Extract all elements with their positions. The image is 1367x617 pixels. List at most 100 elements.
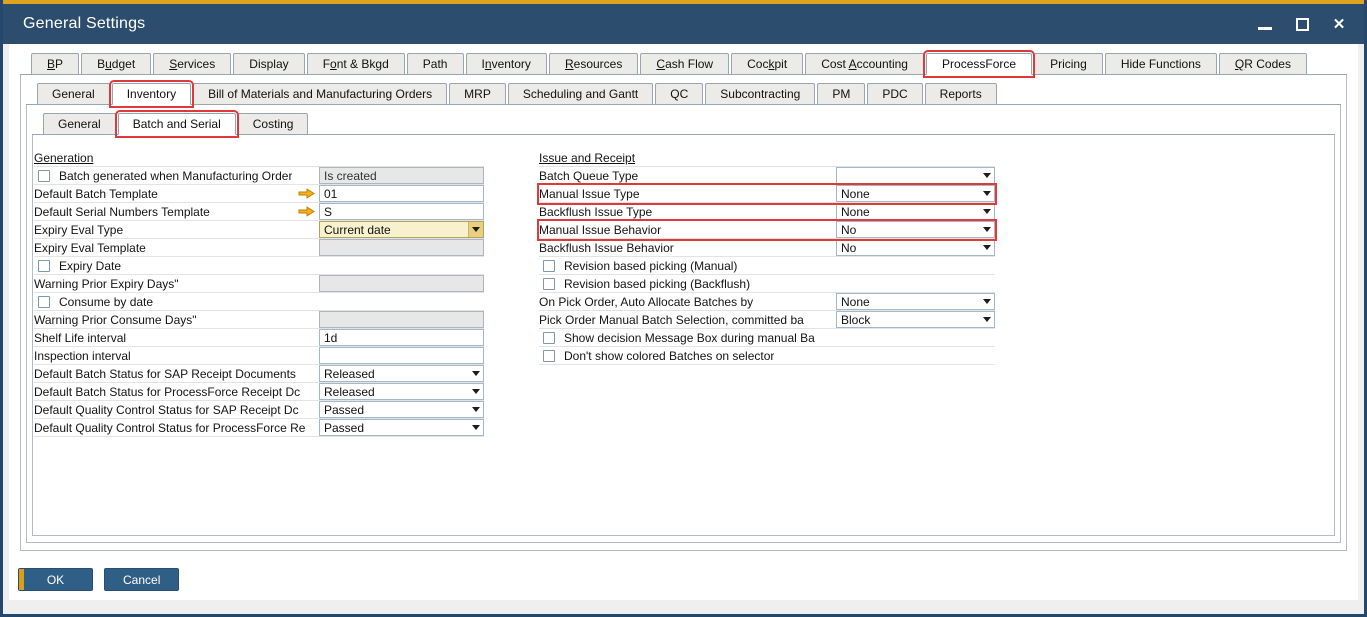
tab-pricing[interactable]: Pricing xyxy=(1034,53,1103,75)
tab-reports[interactable]: Reports xyxy=(925,83,997,105)
tab-display[interactable]: Display xyxy=(233,53,304,75)
checkbox[interactable] xyxy=(543,332,555,344)
tab-general[interactable]: General xyxy=(43,113,116,135)
close-button[interactable]: ✕ xyxy=(1330,15,1348,33)
tab-inventory[interactable]: Inventory xyxy=(466,53,547,75)
field-label-cell: Expiry Eval Type xyxy=(34,221,319,238)
dropdown-value: No xyxy=(841,223,979,237)
processforce-tab-bar: GeneralInventoryBill of Materials and Ma… xyxy=(26,83,1341,105)
field-label: Revision based picking (Backflush) xyxy=(564,277,750,291)
tab-resources[interactable]: Resources xyxy=(549,53,638,75)
tab-subcontracting[interactable]: Subcontracting xyxy=(705,83,815,105)
text-input[interactable] xyxy=(319,347,484,364)
field-label-cell: Consume by date xyxy=(34,293,319,310)
chevron-down-icon[interactable] xyxy=(468,420,483,435)
field-row-on-pick-order-auto-allocate-batches-by: On Pick Order, Auto Allocate Batches byN… xyxy=(539,293,995,311)
tab-cockpit[interactable]: Cockpit xyxy=(731,53,803,75)
empty-cell xyxy=(836,275,995,292)
link-arrow-icon[interactable] xyxy=(298,206,315,217)
section-row-generation: Generation xyxy=(34,149,484,167)
dropdown-field[interactable]: No xyxy=(836,221,995,238)
chevron-down-icon[interactable] xyxy=(979,240,994,255)
field-row-batch-queue-type: Batch Queue Type xyxy=(539,167,995,185)
cancel-button[interactable]: Cancel xyxy=(104,568,179,591)
checkbox[interactable] xyxy=(38,296,50,308)
tab-general[interactable]: General xyxy=(37,83,110,105)
empty-cell xyxy=(836,257,995,274)
checkbox[interactable] xyxy=(543,350,555,362)
field-row-warning-prior-expiry-days: Warning Prior Expiry Days" xyxy=(34,275,484,293)
chevron-down-icon[interactable] xyxy=(468,384,483,399)
tab-pdc[interactable]: PDC xyxy=(867,83,922,105)
checkbox[interactable] xyxy=(38,260,50,272)
tab-cost-accounting[interactable]: Cost Accounting xyxy=(805,53,924,75)
dropdown-field[interactable]: None xyxy=(836,293,995,310)
field-label: Inspection interval xyxy=(34,349,131,363)
tab-inventory[interactable]: Inventory xyxy=(112,83,191,105)
tab-mrp[interactable]: MRP xyxy=(449,83,506,105)
checkbox[interactable] xyxy=(38,170,50,182)
field-row-pick-order-manual-batch-selection-committed-ba: Pick Order Manual Batch Selection, commi… xyxy=(539,311,995,329)
field-label: Warning Prior Consume Days" xyxy=(34,313,197,327)
chevron-down-icon[interactable] xyxy=(979,312,994,327)
chevron-down-icon[interactable] xyxy=(979,186,994,201)
tab-pm[interactable]: PM xyxy=(817,83,865,105)
text-input[interactable]: S xyxy=(319,203,484,220)
field-row-warning-prior-consume-days: Warning Prior Consume Days" xyxy=(34,311,484,329)
tab-qr-codes[interactable]: QR Codes xyxy=(1219,53,1307,75)
dropdown-field[interactable]: Block xyxy=(836,311,995,328)
dropdown-field[interactable]: None xyxy=(836,203,995,220)
maximize-button[interactable] xyxy=(1293,15,1311,33)
tab-batch-and-serial[interactable]: Batch and Serial xyxy=(118,113,236,135)
tab-bp[interactable]: BP xyxy=(31,53,79,75)
generation-column: GenerationBatch generated when Manufactu… xyxy=(34,149,484,437)
tab-qc[interactable]: QC xyxy=(655,83,703,105)
dropdown-field[interactable]: None xyxy=(836,185,995,202)
field-row-default-batch-status-for-sap-receipt-documents: Default Batch Status for SAP Receipt Doc… xyxy=(34,365,484,383)
chevron-down-icon[interactable] xyxy=(468,402,483,417)
chevron-down-icon[interactable] xyxy=(468,366,483,381)
checkbox[interactable] xyxy=(543,260,555,272)
tab-font-bkgd[interactable]: Font & Bkgd xyxy=(307,53,405,75)
dropdown-field[interactable]: Released xyxy=(319,365,484,382)
field-label: Warning Prior Expiry Days" xyxy=(34,277,179,291)
text-input[interactable]: 01 xyxy=(319,185,484,202)
tab-hide-functions[interactable]: Hide Functions xyxy=(1105,53,1217,75)
chevron-down-icon[interactable] xyxy=(979,204,994,219)
cancel-button-label: Cancel xyxy=(123,573,160,587)
field-label: Don't show colored Batches on selector xyxy=(564,349,774,363)
chevron-down-icon[interactable] xyxy=(979,168,994,183)
tab-budget[interactable]: Budget xyxy=(81,53,151,75)
tab-scheduling-and-gantt[interactable]: Scheduling and Gantt xyxy=(508,83,653,105)
field-label-cell: Manual Issue Type xyxy=(539,185,836,202)
field-label-cell: Default Quality Control Status for SAP R… xyxy=(34,401,319,418)
dropdown-value: None xyxy=(841,187,979,201)
dropdown-field[interactable]: Passed xyxy=(319,419,484,436)
text-input[interactable]: 1d xyxy=(319,329,484,346)
dropdown-field[interactable]: Released xyxy=(319,383,484,400)
chevron-down-icon[interactable] xyxy=(979,222,994,237)
chevron-down-icon[interactable] xyxy=(979,294,994,309)
chevron-down-icon[interactable] xyxy=(468,222,483,237)
field-label-cell: Manual Issue Behavior xyxy=(539,221,836,238)
dropdown-field[interactable]: No xyxy=(836,239,995,256)
tab-path[interactable]: Path xyxy=(407,53,464,75)
field-label: Backflush Issue Type xyxy=(539,205,652,219)
tab-processforce[interactable]: ProcessForce xyxy=(926,53,1032,75)
titlebar: General Settings ✕ xyxy=(3,4,1364,44)
tab-bill-of-materials-and-manufacturing-orders[interactable]: Bill of Materials and Manufacturing Orde… xyxy=(193,83,447,105)
link-arrow-icon[interactable] xyxy=(298,188,315,199)
tab-costing[interactable]: Costing xyxy=(238,113,309,135)
field-label: Manual Issue Behavior xyxy=(539,223,661,237)
dropdown-field[interactable]: Passed xyxy=(319,401,484,418)
dropdown-field[interactable] xyxy=(836,167,995,184)
issue-receipt-column: Issue and ReceiptBatch Queue TypeManual … xyxy=(539,149,995,365)
field-label: Default Batch Status for SAP Receipt Doc… xyxy=(34,367,296,381)
field-label-cell: Warning Prior Consume Days" xyxy=(34,311,319,328)
tab-services[interactable]: Services xyxy=(153,53,231,75)
checkbox[interactable] xyxy=(543,278,555,290)
ok-button[interactable]: OK xyxy=(18,568,93,591)
minimize-button[interactable] xyxy=(1256,15,1274,33)
dropdown-field[interactable]: Current date xyxy=(319,221,484,238)
tab-cash-flow[interactable]: Cash Flow xyxy=(640,53,729,75)
